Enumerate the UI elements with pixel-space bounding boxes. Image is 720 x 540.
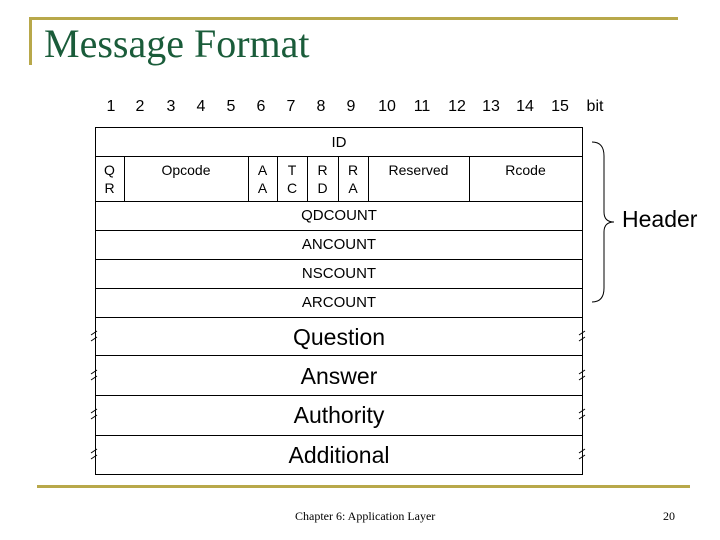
row-divider — [95, 435, 583, 436]
field-rd: R D — [307, 161, 338, 197]
bit-number: 4 — [196, 98, 206, 115]
field-arcount: ARCOUNT — [301, 294, 377, 311]
field-rd-line2: D — [317, 180, 328, 196]
field-rcode-label: Rcode — [505, 162, 546, 178]
bit-number: 12 — [448, 98, 466, 115]
field-tc-line2: C — [286, 180, 298, 196]
section-question: Question — [292, 324, 386, 350]
row-divider — [95, 259, 583, 260]
footer-page-number: 20 — [663, 509, 675, 523]
title-top-rule — [30, 17, 678, 20]
field-opcode-label: Opcode — [161, 162, 211, 178]
field-ra: R A — [338, 161, 368, 197]
row-divider — [95, 355, 583, 356]
field-qr-line2: R — [104, 180, 115, 196]
break-mark-icon — [90, 448, 98, 460]
bit-number: 13 — [482, 98, 500, 115]
row-divider — [95, 156, 583, 157]
row-divider — [95, 317, 583, 318]
field-rd-line1: R — [317, 162, 328, 178]
header-brace-icon — [591, 141, 615, 303]
row-divider — [95, 230, 583, 231]
bit-number: 3 — [166, 98, 176, 115]
field-ra-line2: A — [348, 180, 358, 196]
bit-number: 11 — [413, 98, 431, 115]
break-mark-icon — [578, 369, 586, 381]
field-reserved-label: Reserved — [388, 162, 449, 178]
field-tc-line1: T — [287, 162, 297, 178]
section-authority: Authority — [293, 402, 385, 428]
row-divider — [95, 288, 583, 289]
break-mark-icon — [578, 448, 586, 460]
bit-number: 10 — [378, 98, 396, 115]
break-mark-icon — [90, 369, 98, 381]
bit-number: 15 — [551, 98, 569, 115]
bit-number: 5 — [226, 98, 236, 115]
bit-number: 14 — [516, 98, 534, 115]
header-brace-label: Header — [622, 206, 698, 232]
table-border-bottom — [95, 474, 583, 475]
field-tc: T C — [277, 161, 307, 197]
section-additional: Additional — [288, 442, 390, 468]
field-nscount: NSCOUNT — [301, 265, 377, 282]
field-aa: A A — [248, 161, 277, 197]
slide-title: Message Format — [44, 21, 310, 66]
bit-number: 1 — [106, 98, 116, 115]
field-opcode: Opcode — [124, 161, 248, 179]
row-divider — [95, 201, 583, 202]
field-ancount: ANCOUNT — [301, 236, 377, 253]
bit-number: 8 — [316, 98, 326, 115]
bit-number: 6 — [256, 98, 266, 115]
bit-number: 2 — [135, 98, 145, 115]
break-mark-icon — [90, 330, 98, 342]
field-qr-line1: Q — [104, 162, 115, 178]
row-divider — [95, 395, 583, 396]
break-mark-icon — [578, 408, 586, 420]
field-aa-line1: A — [257, 162, 268, 178]
section-answer: Answer — [300, 363, 378, 389]
title-left-rule — [29, 17, 32, 65]
break-mark-icon — [90, 408, 98, 420]
bit-number: 9 — [346, 98, 356, 115]
field-qdcount: QDCOUNT — [301, 207, 377, 224]
field-id: ID — [331, 134, 347, 151]
bit-unit-label: bit — [586, 98, 604, 115]
bit-number: 7 — [286, 98, 296, 115]
field-qr: Q R — [95, 161, 124, 197]
field-aa-line2: A — [257, 180, 268, 196]
break-mark-icon — [578, 330, 586, 342]
field-reserved: Reserved — [368, 161, 469, 179]
field-ra-line1: R — [347, 162, 359, 178]
footer-rule — [37, 485, 690, 488]
footer-chapter: Chapter 6: Application Layer — [295, 509, 436, 523]
table-border-top — [95, 127, 583, 128]
field-rcode: Rcode — [469, 161, 582, 179]
